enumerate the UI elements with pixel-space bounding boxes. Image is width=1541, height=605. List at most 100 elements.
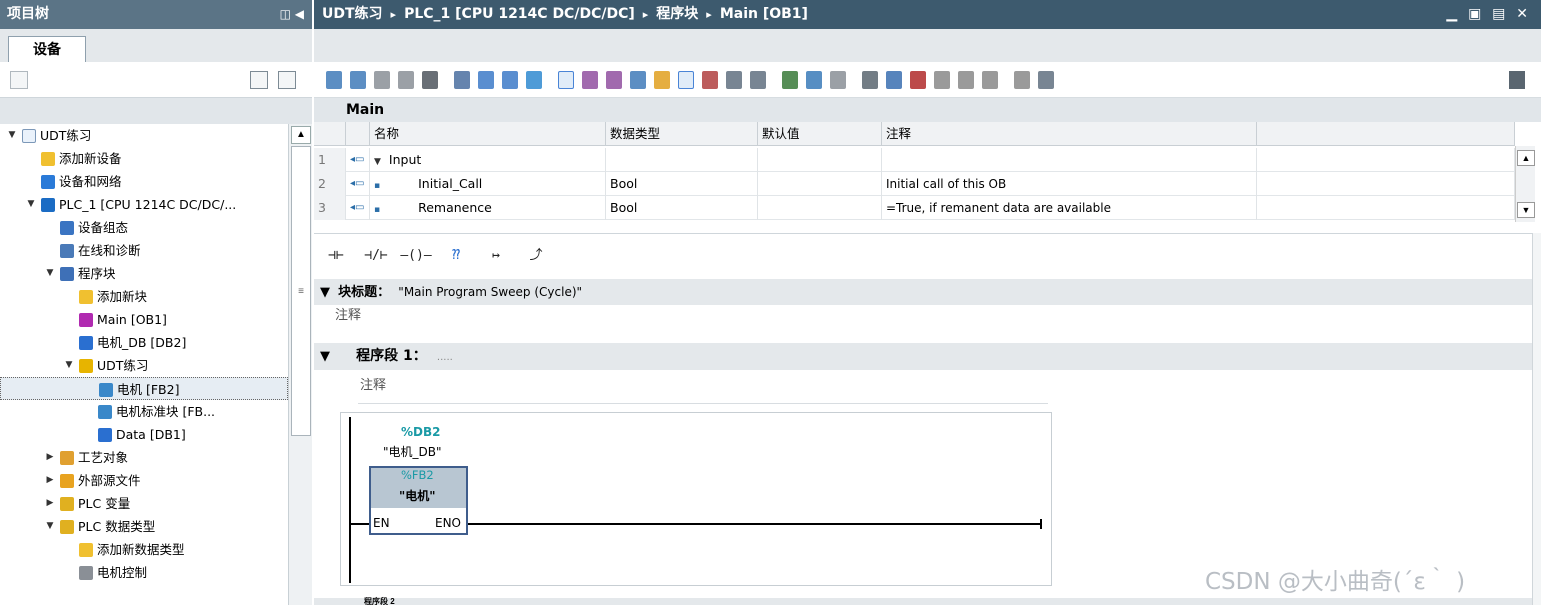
indent-icon[interactable]: [374, 71, 390, 89]
expand-arrow-icon[interactable]: ▼: [374, 157, 381, 167]
absolute-operand-icon[interactable]: [454, 71, 470, 89]
next-error-icon[interactable]: [782, 71, 798, 89]
breadcrumb-item[interactable]: UDT练习: [322, 6, 383, 22]
tree-item[interactable]: 添加新数据类型: [0, 538, 288, 561]
eno-pin[interactable]: ENO: [435, 516, 461, 530]
tree-item[interactable]: ▶ 工艺对象: [0, 446, 288, 469]
breadcrumb-item[interactable]: PLC_1 [CPU 1214C DC/DC/DC]: [404, 6, 635, 22]
scroll-up-icon[interactable]: ▲: [291, 126, 311, 144]
tree-item[interactable]: 设备和网络: [0, 170, 288, 193]
interface-default-cell[interactable]: [758, 196, 882, 220]
tree-item[interactable]: Main [OB1]: [0, 308, 288, 331]
monitoring-on-icon[interactable]: [862, 71, 878, 89]
interface-comment-cell[interactable]: =True, if remanent data are available: [882, 196, 1257, 220]
collapse-arrow-icon[interactable]: ▶: [44, 469, 56, 492]
expand-arrow-icon[interactable]: ▼: [6, 124, 18, 147]
tree-item[interactable]: ▼ PLC 数据类型: [0, 515, 288, 538]
tree-item[interactable]: 设备组态: [0, 216, 288, 239]
breadcrumb-item[interactable]: Main [OB1]: [720, 6, 808, 22]
col-datatype[interactable]: 数据类型: [606, 122, 758, 146]
instance-db-name[interactable]: "电机_DB": [383, 443, 442, 460]
detail-view-icon[interactable]: [250, 71, 268, 89]
collapse-arrow-icon[interactable]: ▶: [44, 492, 56, 515]
expand-arrow-icon[interactable]: ▼: [44, 515, 56, 538]
close-branch-icon[interactable]: ⤴: [520, 243, 552, 269]
show-icon[interactable]: [502, 71, 518, 89]
member-bullet-icon[interactable]: ▪: [374, 181, 380, 191]
expand-all-icon[interactable]: [582, 71, 598, 89]
interface-type-cell[interactable]: [606, 148, 758, 172]
collapse-arrow-icon[interactable]: ▶: [44, 446, 56, 469]
tree-item[interactable]: ▼ UDT练习: [0, 354, 288, 377]
empty-box-icon[interactable]: ⁇: [440, 243, 472, 269]
collapse-all-icon[interactable]: [606, 71, 622, 89]
tree-item[interactable]: 在线和诊断: [0, 239, 288, 262]
interface-type-cell[interactable]: Bool: [606, 196, 758, 220]
interface-extra-cell[interactable]: [1257, 196, 1515, 220]
col-comment[interactable]: 注释: [882, 122, 1257, 146]
interface-row[interactable]: 3 ◂▭ ▪ Remanence Bool =True, if remanent data…: [314, 196, 1515, 220]
go-to-error-icon[interactable]: [726, 71, 742, 89]
tree-item[interactable]: ▼ PLC_1 [CPU 1214C DC/DC/...: [0, 193, 288, 216]
interface-row[interactable]: 2 ◂▭ ▪ Initial_Call Bool Initial call of this…: [314, 172, 1515, 196]
interface-name-cell[interactable]: ▪ Initial_Call: [370, 172, 606, 196]
no-contact-icon[interactable]: ⊣⊢: [320, 243, 352, 269]
interface-scrollbar[interactable]: ▲ ▼: [1515, 146, 1535, 222]
favorites-icon[interactable]: [526, 71, 542, 89]
tree-item[interactable]: 添加新设备: [0, 147, 288, 170]
block-comment[interactable]: 注释: [335, 305, 1535, 327]
interface-type-cell[interactable]: Bool: [606, 172, 758, 196]
col-default[interactable]: 默认值: [758, 122, 882, 146]
tree-item[interactable]: 电机_DB [DB2]: [0, 331, 288, 354]
interface-comment-cell[interactable]: Initial call of this OB: [882, 172, 1257, 196]
add-row-icon[interactable]: [350, 71, 366, 89]
expand-arrow-icon[interactable]: ▼: [25, 193, 37, 216]
tree-item[interactable]: 电机 [FB2]: [0, 377, 288, 400]
compare-icon[interactable]: [1014, 71, 1030, 89]
tree-item[interactable]: 电机标准块 [FB...: [0, 400, 288, 423]
scroll-up-icon[interactable]: ▲: [1517, 150, 1535, 166]
tree-settings-icon[interactable]: [10, 71, 28, 89]
network-1-comment[interactable]: 注释: [358, 374, 1048, 404]
interface-row[interactable]: 1 ◂▭ ▼ Input: [314, 148, 1515, 172]
fb-call-box[interactable]: %FB2 "电机" EN ENO: [369, 466, 468, 535]
collapse-panel-icon[interactable]: ◫ ◀: [280, 0, 304, 29]
tree-item[interactable]: Data [DB1]: [0, 423, 288, 446]
network-1-title[interactable]: .....: [437, 352, 453, 363]
nc-contact-icon[interactable]: ⊣/⊢: [360, 243, 392, 269]
monitor-icon[interactable]: [830, 71, 846, 89]
mark-icon[interactable]: [422, 71, 438, 89]
more-icon[interactable]: [1038, 71, 1054, 89]
tree-item[interactable]: ▶ PLC 变量: [0, 492, 288, 515]
outdent-icon[interactable]: [398, 71, 414, 89]
devices-tab[interactable]: 设备: [8, 36, 86, 63]
interface-name-cell[interactable]: ▼ Input: [370, 148, 606, 172]
expand-arrow-icon[interactable]: ▼: [44, 262, 56, 285]
interface-default-cell[interactable]: [758, 172, 882, 196]
tree-item[interactable]: 添加新块: [0, 285, 288, 308]
hide-icon[interactable]: [478, 71, 494, 89]
editor-scrollbar[interactable]: [1532, 233, 1541, 605]
col-name[interactable]: 名称: [370, 122, 606, 146]
input-pin-icon[interactable]: ◂▭: [346, 196, 370, 220]
toggle-view-icon[interactable]: [630, 71, 646, 89]
scroll-thumb[interactable]: ≡: [291, 146, 311, 436]
coil-icon[interactable]: –()–: [400, 243, 432, 269]
block-title-toggle-icon[interactable]: ▼: [320, 285, 330, 300]
block-title-value[interactable]: "Main Program Sweep (Cycle)": [398, 285, 582, 299]
update-calls-icon[interactable]: [806, 71, 822, 89]
prev-error-icon[interactable]: [750, 71, 766, 89]
toolbar-menu-icon[interactable]: [1509, 71, 1525, 89]
en-pin[interactable]: EN: [373, 516, 390, 530]
tree-item[interactable]: ▶ 外部源文件: [0, 469, 288, 492]
breakpoint-icon[interactable]: [886, 71, 902, 89]
interface-extra-cell[interactable]: [1257, 172, 1515, 196]
highlight-icon[interactable]: [654, 71, 670, 89]
network-comment-icon[interactable]: [558, 71, 574, 89]
close-all-icon[interactable]: [702, 71, 718, 89]
force-icon[interactable]: [958, 71, 974, 89]
interface-extra-cell[interactable]: [1257, 148, 1515, 172]
input-pin-icon[interactable]: ◂▭: [346, 172, 370, 196]
network-toggle-icon[interactable]: ▼: [320, 349, 330, 364]
interface-default-cell[interactable]: [758, 148, 882, 172]
